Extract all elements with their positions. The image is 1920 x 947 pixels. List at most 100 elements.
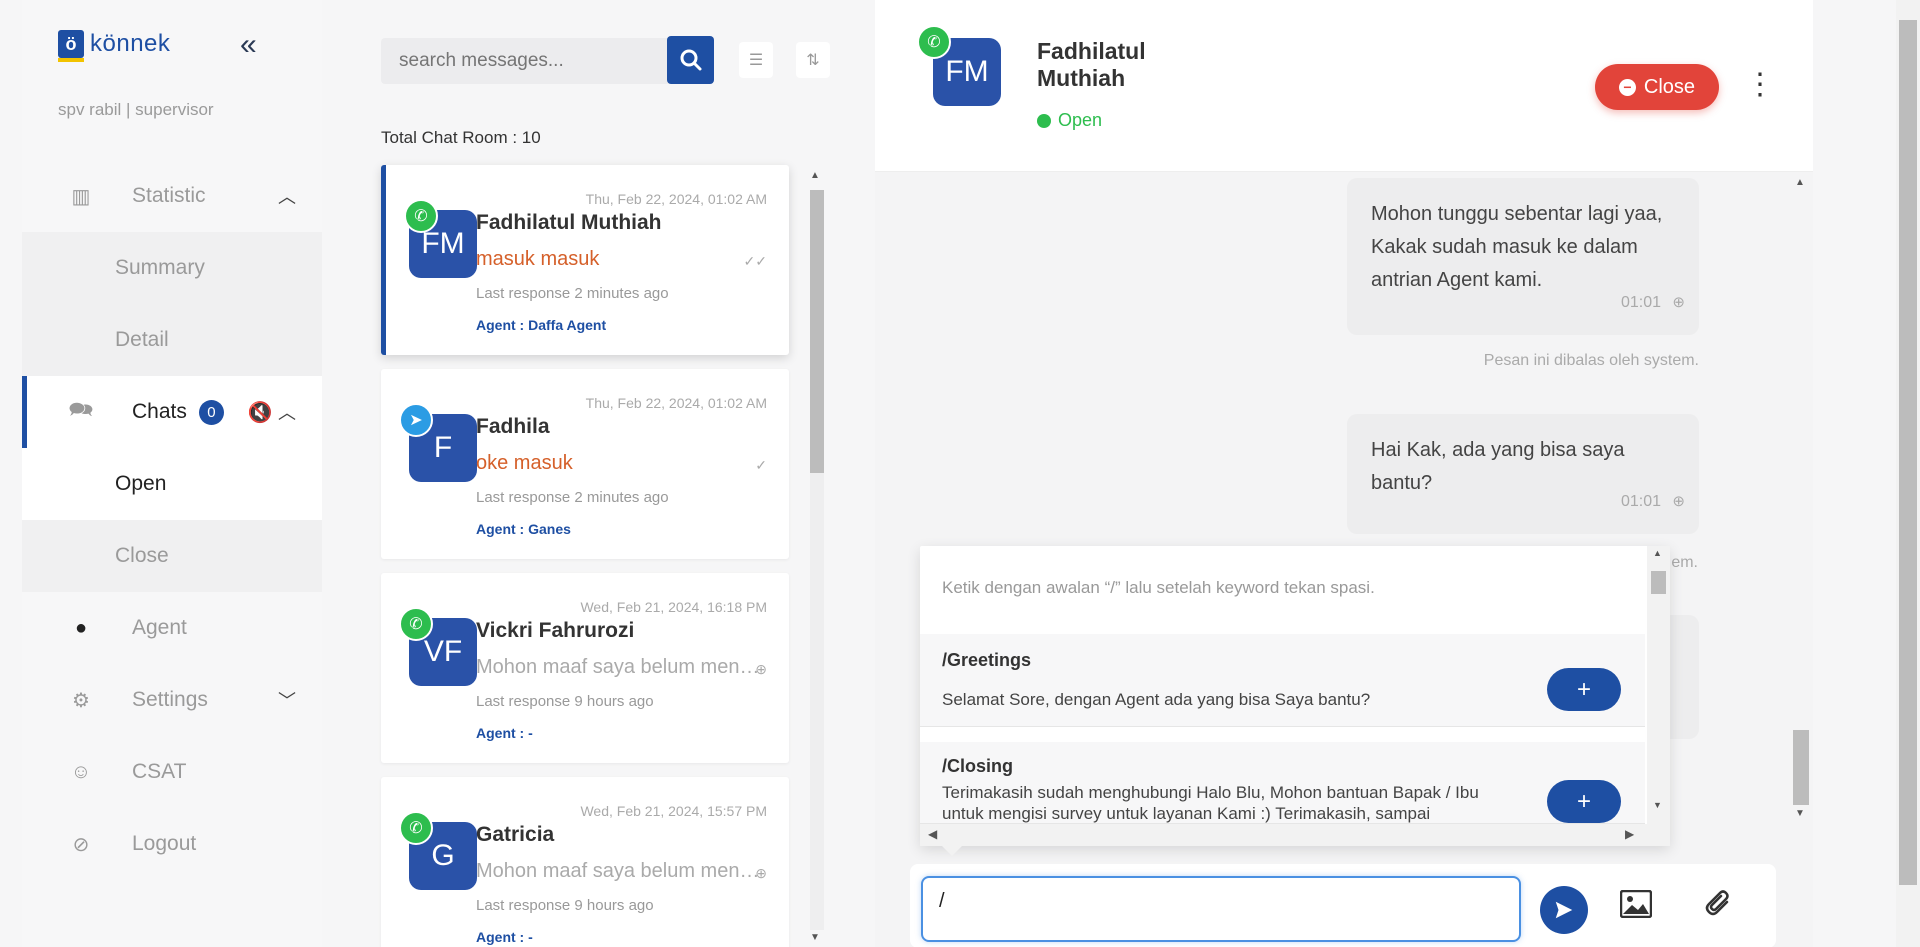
message-text: Hai Kak, ada yang bisa saya bantu?: [1371, 439, 1625, 494]
contact-name: Fadhilatul Muthiah: [476, 211, 662, 234]
insert-quick-reply-button[interactable]: +: [1547, 668, 1621, 711]
sidebar-item-csat[interactable]: ☺ CSAT: [22, 736, 322, 808]
chat-scrollbar[interactable]: ▲ ▼: [1791, 175, 1811, 825]
last-message: masuk masuk: [476, 248, 600, 270]
more-options-icon[interactable]: ⋮: [1745, 68, 1775, 102]
status-dot-icon: [1037, 113, 1051, 128]
unread-badge: 0: [198, 399, 224, 425]
telegram-icon: ➤: [399, 403, 433, 437]
scroll-thumb[interactable]: [1899, 20, 1917, 885]
last-message: oke masuk: [476, 452, 573, 474]
filter-button[interactable]: ☰: [739, 42, 773, 78]
chat-date: Thu, Feb 22, 2024, 01:02 AM: [585, 191, 767, 207]
status-badge: Open: [1037, 110, 1102, 131]
quick-reply-hint: Ketik dengan awalan “/” lalu setelah key…: [942, 578, 1375, 597]
scroll-left-icon[interactable]: ◀: [928, 827, 937, 841]
status-label: Open: [1058, 110, 1103, 130]
quick-reply-key: /Closing: [942, 756, 1013, 776]
app-root: ö könnek « spv rabil | supervisor ▥ Stat…: [0, 0, 1920, 947]
chevron-down-icon: ﹀: [278, 691, 296, 711]
bot-icon: ⊕: [1672, 294, 1685, 311]
chevron-up-icon: ︿: [278, 403, 296, 423]
search-input[interactable]: [381, 38, 671, 84]
sidebar-item-agent[interactable]: ● Agent: [22, 592, 322, 664]
message-text: Mohon tunggu sebentar lagi yaa, Kakak su…: [1371, 203, 1663, 291]
system-note: em.: [1671, 554, 1698, 571]
scroll-thumb[interactable]: [1793, 730, 1809, 805]
chat-cards: Thu, Feb 22, 2024, 01:02 AM FM ✆ Fadhila…: [381, 165, 789, 947]
page-scrollbar[interactable]: [1896, 0, 1920, 947]
message-bubble: Hai Kak, ada yang bisa saya bantu? 01:01…: [1347, 414, 1699, 534]
mute-icon[interactable]: 🔇: [248, 400, 273, 425]
sidebar-item-detail[interactable]: Detail: [22, 304, 322, 376]
last-message: Mohon maaf saya belum mengerti: [476, 860, 766, 882]
gear-icon: ⚙: [72, 689, 90, 712]
last-response: Last response 2 minutes ago: [476, 489, 669, 506]
message-bubble: Mohon tunggu sebentar lagi yaa, Kakak su…: [1347, 178, 1699, 335]
collapse-sidebar-icon[interactable]: «: [240, 30, 257, 60]
last-response: Last response 9 hours ago: [476, 897, 654, 914]
minus-circle-icon: −: [1618, 78, 1636, 96]
search-button[interactable]: [667, 36, 714, 84]
popup-horizontal-scrollbar[interactable]: ◀ ▶: [920, 824, 1670, 846]
brand-name: könnek: [90, 30, 171, 57]
quick-reply-popup: Ketik dengan awalan “/” lalu setelah key…: [920, 546, 1670, 856]
popup-vertical-scrollbar[interactable]: ▲ ▼: [1647, 546, 1670, 824]
scroll-right-icon[interactable]: ▶: [1625, 827, 1634, 841]
scroll-thumb[interactable]: [1651, 571, 1666, 594]
plus-icon: +: [1576, 787, 1591, 815]
chat-list-scrollbar[interactable]: ▲ ▼: [808, 170, 826, 947]
user-role: spv rabil | supervisor: [58, 100, 214, 119]
assigned-agent: Agent : Daffa Agent: [476, 317, 607, 333]
quick-reply-key: /Greetings: [942, 650, 1032, 670]
search-icon: [680, 49, 701, 71]
chat-card[interactable]: Thu, Feb 22, 2024, 01:02 AM F ➤ Fadhila …: [381, 369, 789, 559]
sidebar-item-statistic[interactable]: ▥ Statistic ︿: [22, 160, 322, 232]
plus-icon: +: [1576, 675, 1591, 703]
sliders-icon: ☰: [748, 52, 764, 69]
send-button[interactable]: [1540, 886, 1588, 934]
sidebar-item-chats[interactable]: 🗪 Chats 0 🔇 ︿: [22, 376, 322, 448]
sidebar-item-logout[interactable]: ⊘ Logout: [22, 808, 322, 880]
chat-list-pane: ☰ ⇅ Total Chat Room : 10 Thu, Feb 22, 20…: [322, 0, 876, 947]
image-upload-icon[interactable]: [1619, 889, 1653, 925]
message-input[interactable]: [921, 876, 1521, 942]
scroll-down-icon[interactable]: ▼: [1795, 808, 1805, 819]
quick-reply-item[interactable]: /Closing Terimakasih sudah menghubungi H…: [920, 742, 1645, 824]
scroll-down-icon[interactable]: ▼: [1653, 800, 1662, 810]
sidebar-item-close[interactable]: Close: [22, 520, 322, 592]
bot-icon: ⊕: [755, 865, 767, 881]
scroll-up-icon[interactable]: ▲: [810, 170, 820, 181]
paperclip-icon[interactable]: [1705, 890, 1733, 927]
assigned-agent: Agent : -: [476, 929, 533, 945]
message-time: 01:01: [1620, 294, 1661, 311]
chat-header: FM ✆ Fadhilatul Muthiah Open − Close ⋮: [875, 0, 1813, 172]
close-chat-button[interactable]: − Close: [1595, 64, 1719, 110]
brand-logo: ö könnek: [58, 30, 171, 62]
whatsapp-icon: ✆: [917, 25, 951, 59]
sidebar-item-label: Logout: [132, 832, 197, 855]
whatsapp-icon: ✆: [399, 811, 433, 845]
person-icon: ●: [74, 616, 88, 639]
scroll-thumb[interactable]: [810, 190, 824, 473]
insert-quick-reply-button[interactable]: +: [1547, 780, 1621, 823]
sidebar-item-settings[interactable]: ⚙ Settings ﹀: [22, 664, 322, 736]
scroll-up-icon[interactable]: ▲: [1653, 548, 1662, 558]
chat-date: Wed, Feb 21, 2024, 15:57 PM: [580, 803, 767, 819]
scroll-down-icon[interactable]: ▼: [810, 932, 820, 943]
columns-icon: ▥: [71, 185, 91, 208]
total-chat-room: Total Chat Room : 10: [381, 128, 541, 147]
sidebar-item-open[interactable]: Open: [22, 448, 322, 520]
chat-card[interactable]: Wed, Feb 21, 2024, 15:57 PM G ✆ Gatricia…: [381, 777, 789, 947]
scroll-up-icon[interactable]: ▲: [1795, 177, 1805, 188]
chat-card[interactable]: Thu, Feb 22, 2024, 01:02 AM FM ✆ Fadhila…: [381, 165, 789, 355]
message-time: 01:01: [1620, 493, 1661, 510]
sidebar-item-summary[interactable]: Summary: [22, 232, 322, 304]
chat-card[interactable]: Wed, Feb 21, 2024, 16:18 PM VF ✆ Vickri …: [381, 573, 789, 763]
sort-button[interactable]: ⇅: [796, 42, 830, 78]
check-icon: ✓: [755, 457, 767, 473]
contact-name: Fadhila: [476, 415, 550, 438]
contact-name: Gatricia: [476, 823, 555, 846]
quick-reply-item[interactable]: /Greetings Selamat Sore, dengan Agent ad…: [920, 634, 1645, 727]
chevron-up-icon: ︿: [278, 187, 296, 207]
